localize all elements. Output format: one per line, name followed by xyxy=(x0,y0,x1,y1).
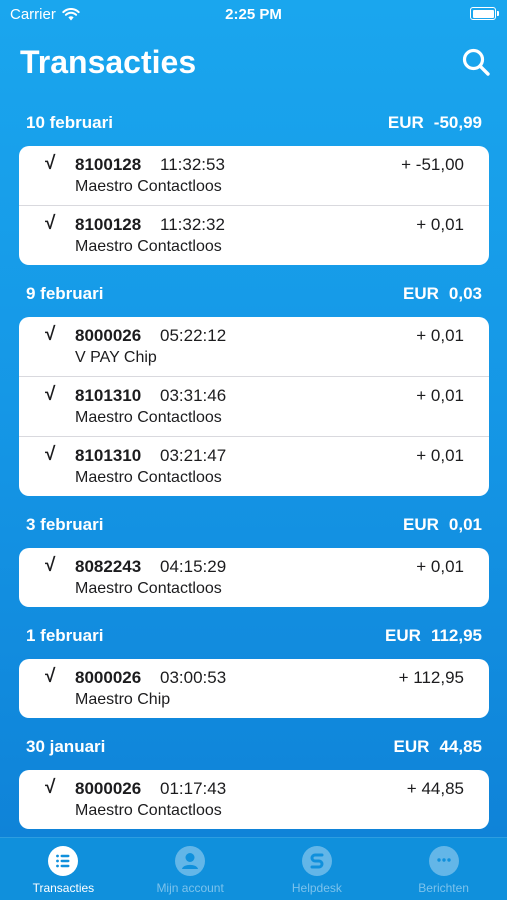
day-total: EUR 0,03 xyxy=(403,284,482,304)
tab-transacties[interactable]: Transacties xyxy=(0,838,127,900)
search-icon[interactable] xyxy=(461,47,491,77)
transaction-time: 04:15:29 xyxy=(160,557,227,576)
battery-level xyxy=(472,9,495,18)
list-icon xyxy=(48,846,79,876)
transaction-amount: + 112,95 xyxy=(398,668,464,687)
day-total-amount: 0,03 xyxy=(448,284,482,303)
tab-label: Helpdesk xyxy=(291,881,342,895)
terminal-id: 8000026 xyxy=(75,326,142,345)
payment-method: Maestro Contactloos xyxy=(75,469,222,486)
transaction-time: 03:31:46 xyxy=(160,386,227,405)
nav-header: Transacties xyxy=(0,40,507,90)
transaction-row[interactable]: √ 8100128 11:32:53 + -51,00 Maestro Contactl… xyxy=(19,146,489,206)
day-total-amount: 44,85 xyxy=(439,737,482,756)
checkmark-icon: √ xyxy=(45,384,56,405)
checkmark-icon: √ xyxy=(45,153,56,174)
checkmark-icon: √ xyxy=(45,777,56,798)
transaction-time: 01:17:43 xyxy=(160,779,227,798)
checkmark-icon: √ xyxy=(45,555,56,576)
tab-berichten[interactable]: Berichten xyxy=(380,838,507,900)
day-date: 3 februari xyxy=(26,515,104,534)
terminal-id: 8000026 xyxy=(75,779,142,798)
status-time: 2:25 PM xyxy=(225,6,282,23)
payment-method: Maestro Contactloos xyxy=(75,238,222,255)
transaction-amount: + 0,01 xyxy=(416,215,464,234)
transaction-row[interactable]: √ 8000026 01:17:43 + 44,85 Maestro Contactlo… xyxy=(19,770,489,829)
day-currency: EUR xyxy=(385,626,421,645)
day-header: 10 februari EUR -50,99 xyxy=(0,100,507,146)
day-date: 10 februari xyxy=(26,113,113,132)
transaction-amount: + 0,01 xyxy=(416,326,464,345)
day-currency: EUR xyxy=(403,515,439,534)
terminal-id: 8101310 xyxy=(75,386,142,405)
transaction-time: 05:22:12 xyxy=(160,326,227,345)
chat-bubble-icon xyxy=(428,846,459,876)
day-currency: EUR xyxy=(387,113,424,132)
transaction-row[interactable]: √ 8100128 11:32:32 + 0,01 Maestro Contactloo… xyxy=(19,206,489,265)
tab-mijn-account[interactable]: Mijn account xyxy=(127,838,254,900)
transaction-card: √ 8000026 03:00:53 + 112,95 Maestro Chip xyxy=(19,659,489,718)
checkmark-icon: √ xyxy=(45,213,56,234)
checkmark-icon: √ xyxy=(45,444,56,465)
day-header: 9 februari EUR 0,03 xyxy=(0,271,507,317)
battery-icon xyxy=(470,7,499,20)
transaction-time: 03:21:47 xyxy=(160,446,227,465)
transaction-amount: + -51,00 xyxy=(401,155,464,174)
s-logo-icon xyxy=(301,846,332,876)
payment-method: Maestro Contactloos xyxy=(75,580,222,597)
transaction-list[interactable]: 10 februari EUR -50,99 √ 8100128 11:32:53 + -5… xyxy=(0,100,507,829)
transaction-time: 03:00:53 xyxy=(160,668,227,687)
transaction-amount: + 0,01 xyxy=(416,557,464,576)
terminal-id: 8100128 xyxy=(75,215,142,234)
terminal-id: 8100128 xyxy=(75,155,142,174)
status-bar: Carrier 2:25 PM xyxy=(0,0,507,30)
transaction-card: √ 8000026 05:22:12 + 0,01 V PAY Chip √ 8101310… xyxy=(19,317,489,496)
transaction-amount: + 0,01 xyxy=(416,386,464,405)
transaction-row[interactable]: √ 8000026 03:00:53 + 112,95 Maestro Chip xyxy=(19,659,489,718)
day-header: 1 februari EUR 112,95 xyxy=(0,613,507,659)
day-date: 1 februari xyxy=(26,626,104,645)
tab-label: Berichten xyxy=(418,881,469,895)
payment-method: Maestro Chip xyxy=(75,691,171,708)
transaction-amount: + 0,01 xyxy=(416,446,464,465)
transaction-row[interactable]: √ 8101310 03:31:46 + 0,01 Maestro Contactloo… xyxy=(19,377,489,437)
payment-method: Maestro Contactloos xyxy=(75,178,222,195)
day-currency: EUR xyxy=(403,284,439,303)
transaction-time: 11:32:32 xyxy=(160,215,225,234)
day-total: EUR 0,01 xyxy=(403,515,482,535)
transaction-row[interactable]: √ 8101310 03:21:47 + 0,01 Maestro Contactloo… xyxy=(19,437,489,496)
day-header: 30 januari EUR 44,85 xyxy=(0,724,507,770)
day-total-amount: 0,01 xyxy=(448,515,482,534)
tab-bar: Transacties Mijn account Helpdesk Berichten xyxy=(0,837,507,900)
checkmark-icon: √ xyxy=(45,666,56,687)
transaction-card: √ 8082243 04:15:29 + 0,01 Maestro Contactloo… xyxy=(19,548,489,607)
day-total: EUR -50,99 xyxy=(388,113,482,133)
tab-helpdesk[interactable]: Helpdesk xyxy=(254,838,381,900)
transaction-card: √ 8100128 11:32:53 + -51,00 Maestro Contactl… xyxy=(19,146,489,265)
payment-method: V PAY Chip xyxy=(75,349,157,366)
day-currency: EUR xyxy=(393,737,430,756)
transaction-time: 11:32:53 xyxy=(160,155,225,174)
person-icon xyxy=(175,846,206,876)
page-title: Transacties xyxy=(20,44,197,80)
transaction-card: √ 8000026 01:17:43 + 44,85 Maestro Contactlo… xyxy=(19,770,489,829)
day-total: EUR 44,85 xyxy=(394,737,482,757)
terminal-id: 8000026 xyxy=(75,668,142,687)
payment-method: Maestro Contactloos xyxy=(75,802,222,819)
terminal-id: 8082243 xyxy=(75,557,142,576)
day-date: 30 januari xyxy=(26,737,106,756)
checkmark-icon: √ xyxy=(45,324,56,345)
day-total-amount: 112,95 xyxy=(430,626,482,645)
day-header: 3 februari EUR 0,01 xyxy=(0,502,507,548)
payment-method: Maestro Contactloos xyxy=(75,409,222,426)
day-total: EUR 112,95 xyxy=(385,626,482,646)
transaction-amount: + 44,85 xyxy=(406,779,464,798)
tab-label: Mijn account xyxy=(156,881,224,895)
transaction-row[interactable]: √ 8082243 04:15:29 + 0,01 Maestro Contactloo… xyxy=(19,548,489,607)
transaction-row[interactable]: √ 8000026 05:22:12 + 0,01 V PAY Chip xyxy=(19,317,489,377)
terminal-id: 8101310 xyxy=(75,446,142,465)
day-total-amount: -50,99 xyxy=(433,113,482,132)
day-date: 9 februari xyxy=(26,284,104,303)
tab-label: Transacties xyxy=(32,881,95,895)
